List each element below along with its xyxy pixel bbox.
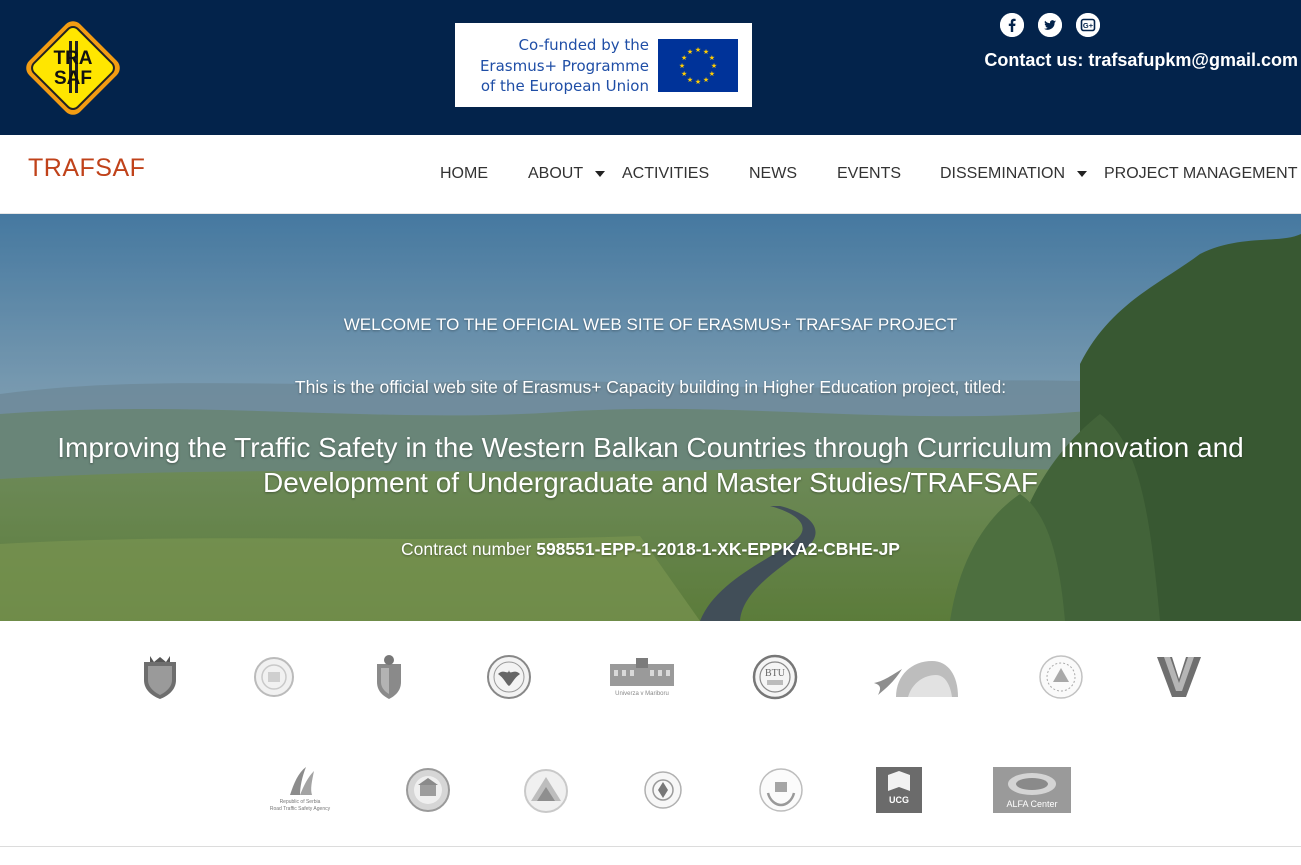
nav-events-label: EVENTS <box>837 165 902 182</box>
trafsaf-logo[interactable]: TRA SAF <box>16 11 130 125</box>
hero-project-title: Improving the Traffic Safety in the West… <box>0 430 1301 500</box>
partner-logos-section: Univerza v Mariboru BTU Republic of Serb… <box>0 621 1301 847</box>
eu-star-icon: ★ <box>695 46 701 54</box>
eu-star-icon: ★ <box>709 70 715 78</box>
twitter-icon[interactable] <box>1038 13 1062 37</box>
university-seal-logo[interactable] <box>1038 654 1084 705</box>
ucg-caption: UCG <box>889 795 909 805</box>
alfa-center-logo[interactable]: ALFA Center <box>993 767 1071 818</box>
round-building-seal-logo[interactable] <box>405 767 451 818</box>
section-divider <box>0 846 1301 847</box>
eu-star-icon: ★ <box>695 78 701 86</box>
contract-number-value: 598551-EPP-1-2018-1-XK-EPPKA2-CBHE-JP <box>536 539 900 559</box>
road-traffic-safety-agency-logo[interactable]: Republic of Serbia Road Traffic Safety A… <box>264 765 336 820</box>
btu-caption: BTU <box>765 668 786 679</box>
hero-intro-text: This is the official web site of Erasmus… <box>294 377 1007 397</box>
triangle-mountain-logo[interactable] <box>523 769 569 818</box>
v-monogram-logo[interactable] <box>1156 655 1202 704</box>
alfa-caption: ALFA Center <box>1006 799 1057 809</box>
nav-dissemination[interactable]: DISSEMINATION <box>940 165 1088 183</box>
nav-project-management[interactable]: PROJECT MANAGEMENT <box>1104 165 1298 183</box>
eagle-seal-logo[interactable] <box>486 654 532 705</box>
eu-star-icon: ★ <box>709 54 715 62</box>
nav-about-label: ABOUT <box>528 165 584 182</box>
chevron-down-icon <box>595 170 606 177</box>
nav-about[interactable]: ABOUT <box>528 165 606 183</box>
hero-title-line-2: Development of Undergraduate and Master … <box>262 467 1039 498</box>
contract-label: Contract number <box>401 539 537 559</box>
nav-events[interactable]: EVENTS <box>837 165 901 183</box>
hero-banner: WELCOME TO THE OFFICIAL WEB SITE OF ERAS… <box>0 214 1301 621</box>
svg-text:TRA: TRA <box>53 48 92 69</box>
nav-news-label: NEWS <box>749 165 797 182</box>
nav-activities[interactable]: ACTIVITIES <box>622 165 709 183</box>
svg-text:SAF: SAF <box>54 68 92 89</box>
hero-contract-number: Contract number 598551-EPP-1-2018-1-XK-E… <box>0 539 1301 560</box>
hero-title-line-1: Improving the Traffic Safety in the West… <box>57 432 1244 463</box>
eu-star-icon: ★ <box>687 76 693 84</box>
nav-news[interactable]: NEWS <box>749 165 797 183</box>
eu-line-1: Co-funded by the <box>518 36 649 54</box>
eu-line-3: of the European Union <box>480 77 649 95</box>
wreath-seal-logo[interactable] <box>758 767 804 818</box>
nav-home-label: HOME <box>440 165 488 182</box>
google-plus-icon[interactable]: G+ <box>1076 13 1100 37</box>
eu-star-icon: ★ <box>687 48 693 56</box>
maribor-caption: Univerza v Mariboru <box>615 691 669 697</box>
eu-star-icon: ★ <box>679 62 685 70</box>
eu-cofunding-badge: Co-funded by the Erasmus+ Programme of t… <box>455 23 752 107</box>
btu-round-logo[interactable]: BTU <box>752 654 798 705</box>
round-seal-logo[interactable] <box>252 654 296 705</box>
hero-welcome-heading: WELCOME TO THE OFFICIAL WEB SITE OF ERAS… <box>343 315 958 334</box>
nav-project-management-label: PROJECT MANAGEMENT <box>1104 165 1298 182</box>
coat-of-arms-logo[interactable] <box>372 654 406 705</box>
chevron-down-icon <box>1077 170 1088 177</box>
svg-text:G+: G+ <box>1083 21 1094 30</box>
facebook-icon[interactable] <box>1000 13 1024 37</box>
rtsa-caption-line-2: Road Traffic Safety Agency <box>270 806 331 812</box>
eu-star-icon: ★ <box>703 76 709 84</box>
site-brand[interactable]: TRAFSAF <box>28 154 145 183</box>
contact-email[interactable]: Contact us: trafsafupkm@gmail.com <box>984 50 1298 71</box>
swoosh-logo[interactable] <box>872 655 960 704</box>
nav-home[interactable]: HOME <box>440 165 488 183</box>
eu-flag-icon: ★ ★ ★ ★ ★ ★ ★ ★ ★ ★ ★ ★ <box>658 39 738 92</box>
eu-cofunding-text: Co-funded by the Erasmus+ Programme of t… <box>469 35 649 97</box>
small-round-logo[interactable] <box>644 769 682 816</box>
eu-star-icon: ★ <box>681 70 687 78</box>
eu-line-2: Erasmus+ Programme <box>479 56 649 75</box>
univerza-v-mariboru-logo[interactable]: Univerza v Mariboru <box>608 656 676 703</box>
rtsa-caption-line-1: Republic of Serbia <box>280 799 321 805</box>
ucg-logo[interactable]: UCG <box>876 767 922 818</box>
main-navigation: TRAFSAF HOME ABOUT ACTIVITIES NEWS EVENT… <box>0 135 1301 214</box>
eu-star-icon: ★ <box>711 62 717 70</box>
nav-dissemination-label: DISSEMINATION <box>940 165 1066 182</box>
shield-crest-logo[interactable] <box>138 654 182 705</box>
top-header-bar: TRA SAF Co-funded by the Erasmus+ Progra… <box>0 0 1301 135</box>
nav-activities-label: ACTIVITIES <box>622 165 710 182</box>
